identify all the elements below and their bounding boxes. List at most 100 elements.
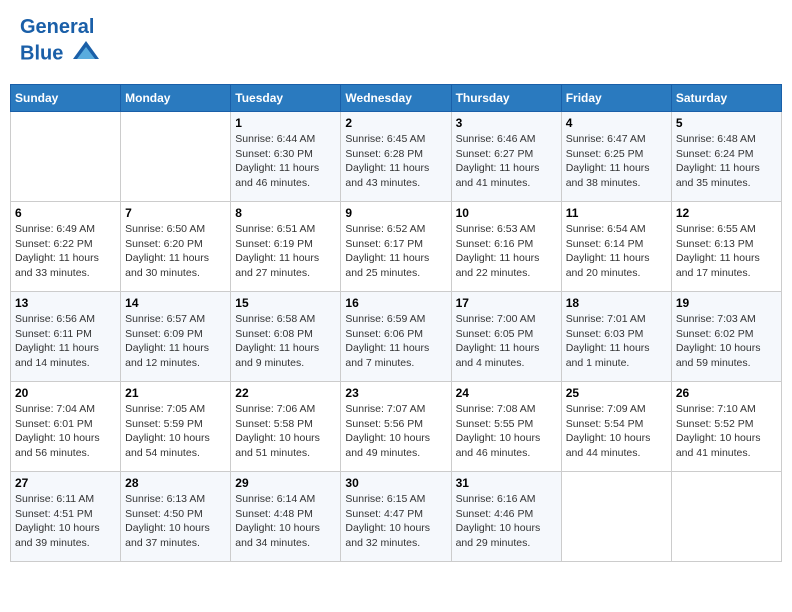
day-number: 4 bbox=[566, 116, 667, 130]
day-info: Sunrise: 6:51 AMSunset: 6:19 PMDaylight:… bbox=[235, 222, 336, 281]
calendar-cell: 29 Sunrise: 6:14 AMSunset: 4:48 PMDayligh… bbox=[231, 472, 341, 562]
day-number: 12 bbox=[676, 206, 777, 220]
day-number: 16 bbox=[345, 296, 446, 310]
day-info: Sunrise: 7:09 AMSunset: 5:54 PMDaylight:… bbox=[566, 402, 667, 461]
calendar-cell: 28 Sunrise: 6:13 AMSunset: 4:50 PMDayligh… bbox=[121, 472, 231, 562]
day-info: Sunrise: 6:16 AMSunset: 4:46 PMDaylight:… bbox=[456, 492, 557, 551]
weekday-header-wednesday: Wednesday bbox=[341, 85, 451, 112]
calendar-cell: 9 Sunrise: 6:52 AMSunset: 6:17 PMDaylight… bbox=[341, 202, 451, 292]
day-info: Sunrise: 7:06 AMSunset: 5:58 PMDaylight:… bbox=[235, 402, 336, 461]
day-number: 2 bbox=[345, 116, 446, 130]
day-info: Sunrise: 6:50 AMSunset: 6:20 PMDaylight:… bbox=[125, 222, 226, 281]
calendar-cell: 26 Sunrise: 7:10 AMSunset: 5:52 PMDayligh… bbox=[671, 382, 781, 472]
day-info: Sunrise: 7:04 AMSunset: 6:01 PMDaylight:… bbox=[15, 402, 116, 461]
day-info: Sunrise: 7:07 AMSunset: 5:56 PMDaylight:… bbox=[345, 402, 446, 461]
calendar-cell: 19 Sunrise: 7:03 AMSunset: 6:02 PMDayligh… bbox=[671, 292, 781, 382]
calendar-cell: 2 Sunrise: 6:45 AMSunset: 6:28 PMDaylight… bbox=[341, 112, 451, 202]
weekday-header-saturday: Saturday bbox=[671, 85, 781, 112]
day-info: Sunrise: 6:52 AMSunset: 6:17 PMDaylight:… bbox=[345, 222, 446, 281]
calendar-cell: 30Sunrise: 6:15 AMSunset: 4:47 PMDayligh… bbox=[341, 472, 451, 562]
day-number: 19 bbox=[676, 296, 777, 310]
calendar-cell: 12 Sunrise: 6:55 AMSunset: 6:13 PMDayligh… bbox=[671, 202, 781, 292]
calendar-week-row: 1 Sunrise: 6:44 AMSunset: 6:30 PMDaylight… bbox=[11, 112, 782, 202]
calendar-week-row: 6 Sunrise: 6:49 AMSunset: 6:22 PMDaylight… bbox=[11, 202, 782, 292]
page-header: General Blue bbox=[10, 10, 782, 74]
day-info: Sunrise: 6:56 AMSunset: 6:11 PMDaylight:… bbox=[15, 312, 116, 371]
day-info: Sunrise: 6:49 AMSunset: 6:22 PMDaylight:… bbox=[15, 222, 116, 281]
day-number: 22 bbox=[235, 386, 336, 400]
logo: General Blue bbox=[20, 15, 101, 69]
weekday-header-sunday: Sunday bbox=[11, 85, 121, 112]
day-info: Sunrise: 6:14 AMSunset: 4:48 PMDaylight:… bbox=[235, 492, 336, 551]
calendar-cell: 24Sunrise: 7:08 AMSunset: 5:55 PMDayligh… bbox=[451, 382, 561, 472]
weekday-header-thursday: Thursday bbox=[451, 85, 561, 112]
calendar-cell: 7 Sunrise: 6:50 AMSunset: 6:20 PMDaylight… bbox=[121, 202, 231, 292]
calendar-cell: 20Sunrise: 7:04 AMSunset: 6:01 PMDayligh… bbox=[11, 382, 121, 472]
day-info: Sunrise: 6:58 AMSunset: 6:08 PMDaylight:… bbox=[235, 312, 336, 371]
day-info: Sunrise: 6:54 AMSunset: 6:14 PMDaylight:… bbox=[566, 222, 667, 281]
calendar-cell: 3 Sunrise: 6:46 AMSunset: 6:27 PMDaylight… bbox=[451, 112, 561, 202]
logo-text: General Blue bbox=[20, 15, 101, 69]
day-info: Sunrise: 6:53 AMSunset: 6:16 PMDaylight:… bbox=[456, 222, 557, 281]
calendar-cell bbox=[671, 472, 781, 562]
day-number: 29 bbox=[235, 476, 336, 490]
day-number: 26 bbox=[676, 386, 777, 400]
day-info: Sunrise: 6:59 AMSunset: 6:06 PMDaylight:… bbox=[345, 312, 446, 371]
day-number: 8 bbox=[235, 206, 336, 220]
day-number: 11 bbox=[566, 206, 667, 220]
calendar-cell: 16 Sunrise: 6:59 AMSunset: 6:06 PMDayligh… bbox=[341, 292, 451, 382]
day-info: Sunrise: 7:00 AMSunset: 6:05 PMDaylight:… bbox=[456, 312, 557, 371]
calendar-cell: 23 Sunrise: 7:07 AMSunset: 5:56 PMDayligh… bbox=[341, 382, 451, 472]
weekday-header-tuesday: Tuesday bbox=[231, 85, 341, 112]
day-info: Sunrise: 6:13 AMSunset: 4:50 PMDaylight:… bbox=[125, 492, 226, 551]
day-number: 1 bbox=[235, 116, 336, 130]
day-info: Sunrise: 6:44 AMSunset: 6:30 PMDaylight:… bbox=[235, 132, 336, 191]
calendar-cell: 13 Sunrise: 6:56 AMSunset: 6:11 PMDayligh… bbox=[11, 292, 121, 382]
calendar-cell: 5Sunrise: 6:48 AMSunset: 6:24 PMDaylight… bbox=[671, 112, 781, 202]
day-number: 27 bbox=[15, 476, 116, 490]
calendar-week-row: 27 Sunrise: 6:11 AMSunset: 4:51 PMDayligh… bbox=[11, 472, 782, 562]
day-info: Sunrise: 6:55 AMSunset: 6:13 PMDaylight:… bbox=[676, 222, 777, 281]
day-info: Sunrise: 6:45 AMSunset: 6:28 PMDaylight:… bbox=[345, 132, 446, 191]
day-info: Sunrise: 7:03 AMSunset: 6:02 PMDaylight:… bbox=[676, 312, 777, 371]
day-number: 17 bbox=[456, 296, 557, 310]
calendar-cell: 1 Sunrise: 6:44 AMSunset: 6:30 PMDaylight… bbox=[231, 112, 341, 202]
calendar-cell: 4Sunrise: 6:47 AMSunset: 6:25 PMDaylight… bbox=[561, 112, 671, 202]
day-number: 31 bbox=[456, 476, 557, 490]
calendar-week-row: 20Sunrise: 7:04 AMSunset: 6:01 PMDayligh… bbox=[11, 382, 782, 472]
calendar-cell: 10 Sunrise: 6:53 AMSunset: 6:16 PMDayligh… bbox=[451, 202, 561, 292]
calendar-cell: 11 Sunrise: 6:54 AMSunset: 6:14 PMDayligh… bbox=[561, 202, 671, 292]
day-number: 5 bbox=[676, 116, 777, 130]
calendar-cell: 22 Sunrise: 7:06 AMSunset: 5:58 PMDayligh… bbox=[231, 382, 341, 472]
day-info: Sunrise: 7:05 AMSunset: 5:59 PMDaylight:… bbox=[125, 402, 226, 461]
day-number: 23 bbox=[345, 386, 446, 400]
day-number: 10 bbox=[456, 206, 557, 220]
day-number: 3 bbox=[456, 116, 557, 130]
calendar-cell: 25 Sunrise: 7:09 AMSunset: 5:54 PMDayligh… bbox=[561, 382, 671, 472]
day-info: Sunrise: 6:57 AMSunset: 6:09 PMDaylight:… bbox=[125, 312, 226, 371]
day-number: 28 bbox=[125, 476, 226, 490]
day-number: 18 bbox=[566, 296, 667, 310]
day-info: Sunrise: 6:15 AMSunset: 4:47 PMDaylight:… bbox=[345, 492, 446, 551]
day-number: 24 bbox=[456, 386, 557, 400]
calendar-cell: 15Sunrise: 6:58 AMSunset: 6:08 PMDayligh… bbox=[231, 292, 341, 382]
day-number: 6 bbox=[15, 206, 116, 220]
day-info: Sunrise: 7:01 AMSunset: 6:03 PMDaylight:… bbox=[566, 312, 667, 371]
day-info: Sunrise: 6:11 AMSunset: 4:51 PMDaylight:… bbox=[15, 492, 116, 551]
day-number: 9 bbox=[345, 206, 446, 220]
day-info: Sunrise: 7:10 AMSunset: 5:52 PMDaylight:… bbox=[676, 402, 777, 461]
day-number: 7 bbox=[125, 206, 226, 220]
calendar-cell: 14 Sunrise: 6:57 AMSunset: 6:09 PMDayligh… bbox=[121, 292, 231, 382]
calendar-cell: 8 Sunrise: 6:51 AMSunset: 6:19 PMDaylight… bbox=[231, 202, 341, 292]
weekday-header-friday: Friday bbox=[561, 85, 671, 112]
day-info: Sunrise: 6:46 AMSunset: 6:27 PMDaylight:… bbox=[456, 132, 557, 191]
calendar-cell: 6 Sunrise: 6:49 AMSunset: 6:22 PMDaylight… bbox=[11, 202, 121, 292]
calendar-week-row: 13 Sunrise: 6:56 AMSunset: 6:11 PMDayligh… bbox=[11, 292, 782, 382]
calendar-cell: 31 Sunrise: 6:16 AMSunset: 4:46 PMDayligh… bbox=[451, 472, 561, 562]
day-number: 25 bbox=[566, 386, 667, 400]
calendar-cell: 18 Sunrise: 7:01 AMSunset: 6:03 PMDayligh… bbox=[561, 292, 671, 382]
calendar-cell: 27 Sunrise: 6:11 AMSunset: 4:51 PMDayligh… bbox=[11, 472, 121, 562]
day-number: 14 bbox=[125, 296, 226, 310]
day-number: 13 bbox=[15, 296, 116, 310]
calendar-table: SundayMondayTuesdayWednesdayThursdayFrid… bbox=[10, 84, 782, 562]
